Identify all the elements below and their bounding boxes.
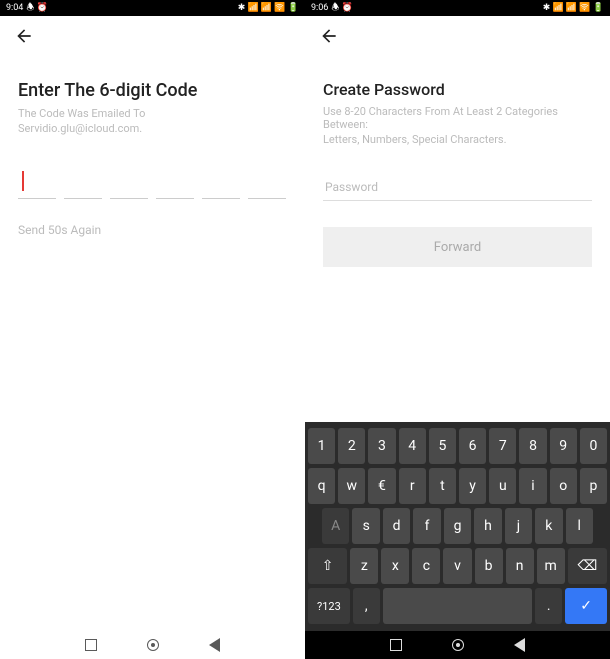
status-icons-right: ✱ 📶 📶 🛜 🔋 xyxy=(543,3,604,13)
key-p[interactable]: p xyxy=(580,468,607,504)
key-f[interactable]: f xyxy=(413,508,440,544)
key-c[interactable]: c xyxy=(412,548,440,584)
keyboard-row-1: 1 2 3 4 5 6 7 8 9 0 xyxy=(308,428,607,464)
status-bar: 9:04 🕭 ⏰ ✱ 📶 📶 🛜 🔋 xyxy=(0,0,305,16)
key-l[interactable]: l xyxy=(566,508,593,544)
key-s[interactable]: s xyxy=(352,508,379,544)
key-euro[interactable]: € xyxy=(368,468,395,504)
key-5[interactable]: 5 xyxy=(429,428,456,464)
status-time: 9:04 xyxy=(6,3,23,13)
keyboard: 1 2 3 4 5 6 7 8 9 0 q w € r t y u i o p … xyxy=(305,422,610,631)
key-enter[interactable]: ✓ xyxy=(565,588,607,624)
key-g[interactable]: g xyxy=(444,508,471,544)
key-6[interactable]: 6 xyxy=(459,428,486,464)
resend-text[interactable]: Send 50s Again xyxy=(18,223,287,237)
phone-right: 9:06 🕭 ⏰ ✱ 📶 📶 🛜 🔋 Create Password Use 8… xyxy=(305,0,610,659)
keyboard-row-4: ⇧ z x c v b n m ⌫ xyxy=(308,548,607,584)
page-title: Create Password xyxy=(323,80,592,99)
code-digit-5[interactable] xyxy=(202,165,240,199)
subtitle-line1: The Code Was Emailed To xyxy=(18,107,287,120)
subtitle-line2: Servidio.glu@icloud.com. xyxy=(18,122,287,135)
back-button[interactable] xyxy=(317,24,341,48)
code-digit-1[interactable] xyxy=(18,165,56,199)
keyboard-row-3: A s d f g h j k l xyxy=(308,508,607,544)
key-w[interactable]: w xyxy=(338,468,365,504)
nav-bar xyxy=(305,631,610,659)
key-symbols[interactable]: ?123 xyxy=(308,588,350,624)
status-bar: 9:06 🕭 ⏰ ✱ 📶 📶 🛜 🔋 xyxy=(305,0,610,16)
nav-back[interactable] xyxy=(209,638,220,652)
arrow-left-icon xyxy=(319,26,339,46)
key-comma[interactable]: , xyxy=(353,588,380,624)
keyboard-row-5: ?123 , . ✓ xyxy=(308,588,607,624)
status-icons-left: 🕭 ⏰ xyxy=(331,0,353,16)
phone-left: 9:04 🕭 ⏰ ✱ 📶 📶 🛜 🔋 Enter The 6-digit Cod… xyxy=(0,0,305,659)
key-o[interactable]: o xyxy=(550,468,577,504)
key-1[interactable]: 1 xyxy=(308,428,335,464)
key-backspace[interactable]: ⌫ xyxy=(568,548,607,584)
page-title: Enter The 6-digit Code xyxy=(18,80,287,101)
key-2[interactable]: 2 xyxy=(338,428,365,464)
key-k[interactable]: k xyxy=(535,508,562,544)
key-i[interactable]: i xyxy=(519,468,546,504)
status-time: 9:06 xyxy=(311,3,328,13)
key-n[interactable]: n xyxy=(506,548,534,584)
code-digit-6[interactable] xyxy=(248,165,286,199)
key-0[interactable]: 0 xyxy=(580,428,607,464)
key-d[interactable]: d xyxy=(383,508,410,544)
key-r[interactable]: r xyxy=(399,468,426,504)
key-period[interactable]: . xyxy=(535,588,562,624)
key-t[interactable]: t xyxy=(429,468,456,504)
keyboard-row-2: q w € r t y u i o p xyxy=(308,468,607,504)
nav-bar xyxy=(0,631,305,659)
key-7[interactable]: 7 xyxy=(489,428,516,464)
forward-button[interactable]: Forward xyxy=(323,227,592,267)
subtitle-line2: Letters, Numbers, Special Characters. xyxy=(323,133,592,146)
key-3[interactable]: 3 xyxy=(368,428,395,464)
password-input[interactable] xyxy=(323,174,592,201)
top-bar xyxy=(305,16,610,56)
forward-label: Forward xyxy=(434,240,481,255)
subtitle-line1: Use 8-20 Characters From At Least 2 Cate… xyxy=(323,105,592,131)
code-digit-4[interactable] xyxy=(156,165,194,199)
back-button[interactable] xyxy=(12,24,36,48)
key-space[interactable] xyxy=(383,588,532,624)
status-icons-right: ✱ 📶 📶 🛜 🔋 xyxy=(238,3,299,13)
code-digit-3[interactable] xyxy=(110,165,148,199)
key-b[interactable]: b xyxy=(475,548,503,584)
key-x[interactable]: x xyxy=(381,548,409,584)
key-v[interactable]: v xyxy=(443,548,471,584)
key-u[interactable]: u xyxy=(489,468,516,504)
key-z[interactable]: z xyxy=(350,548,378,584)
key-9[interactable]: 9 xyxy=(550,428,577,464)
key-a-caps[interactable]: A xyxy=(322,508,349,544)
status-icons-left: 🕭 ⏰ xyxy=(26,0,48,16)
code-input[interactable] xyxy=(18,165,287,199)
key-8[interactable]: 8 xyxy=(519,428,546,464)
key-j[interactable]: j xyxy=(505,508,532,544)
key-shift[interactable]: ⇧ xyxy=(308,548,347,584)
code-digit-2[interactable] xyxy=(64,165,102,199)
content-left: Enter The 6-digit Code The Code Was Emai… xyxy=(0,56,305,659)
key-h[interactable]: h xyxy=(474,508,501,544)
nav-home[interactable] xyxy=(452,639,464,651)
nav-recent[interactable] xyxy=(390,639,402,651)
arrow-left-icon xyxy=(14,26,34,46)
key-q[interactable]: q xyxy=(308,468,335,504)
nav-home[interactable] xyxy=(147,639,159,651)
key-y[interactable]: y xyxy=(459,468,486,504)
key-4[interactable]: 4 xyxy=(399,428,426,464)
password-field-wrap xyxy=(323,174,592,201)
key-m[interactable]: m xyxy=(537,548,565,584)
nav-recent[interactable] xyxy=(85,639,97,651)
top-bar xyxy=(0,16,305,56)
nav-back[interactable] xyxy=(514,638,525,652)
